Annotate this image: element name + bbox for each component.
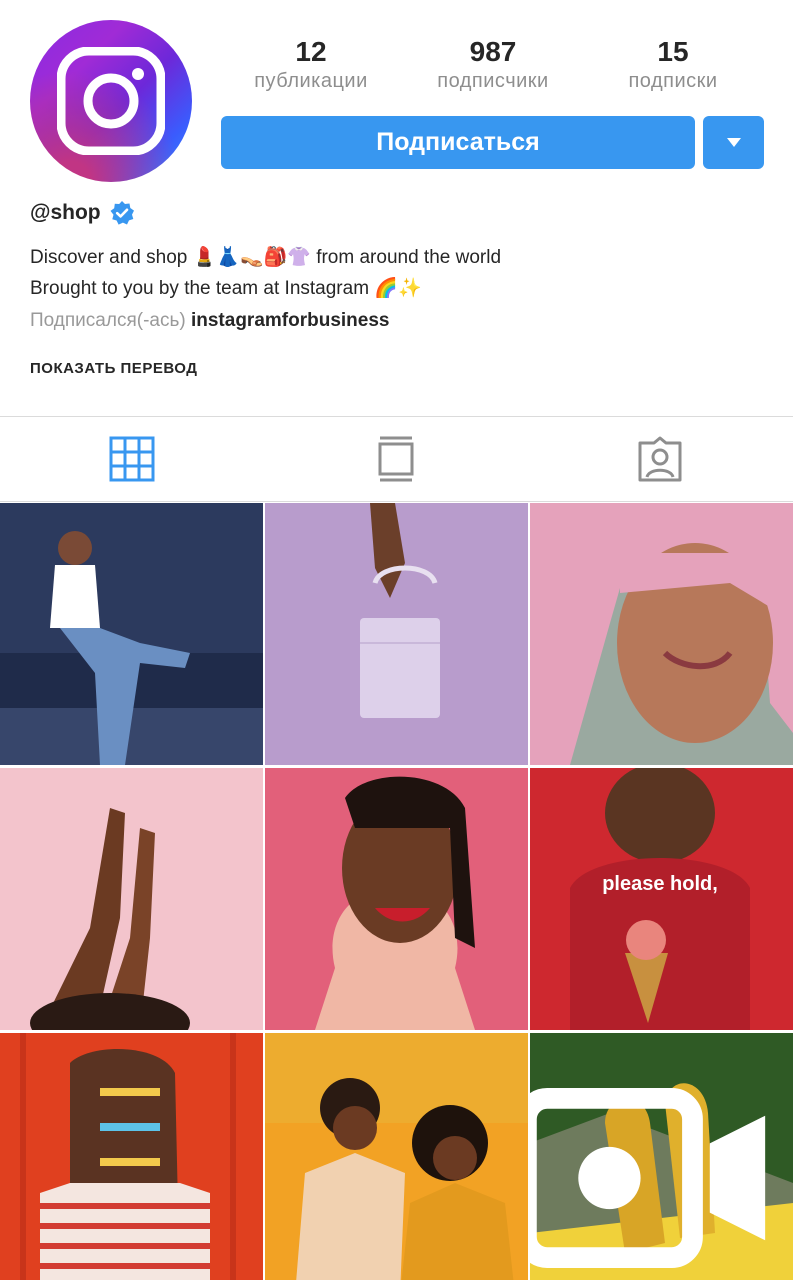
followers-label: подписчики (437, 70, 549, 92)
bio-line-2: Brought to you by the team at Instagram … (30, 278, 422, 299)
post-image (265, 503, 528, 765)
posts-count: 12 (295, 36, 327, 67)
svg-text:please hold,: please hold, (602, 873, 718, 895)
stat-following[interactable]: 15 подписки (618, 36, 728, 94)
stat-posts[interactable]: 12 публикации (246, 36, 376, 94)
suggestions-dropdown-button[interactable] (703, 116, 764, 169)
profile-avatar[interactable] (30, 20, 192, 182)
igtv-video-icon (530, 1088, 766, 1268)
post-image (265, 768, 528, 1030)
post-image (0, 503, 263, 765)
post-tile[interactable]: please hold, (530, 768, 793, 1030)
post-image (530, 503, 793, 765)
followed-by-prefix: Подписался(-ась) (30, 310, 186, 331)
following-count: 15 (657, 36, 689, 67)
post-image (0, 1033, 263, 1280)
post-tile[interactable] (530, 1033, 793, 1280)
instagram-logo-icon (57, 47, 165, 155)
feed-icon[interactable] (372, 435, 420, 483)
stat-followers[interactable]: 987 подписчики (428, 36, 558, 94)
post-tile[interactable] (0, 768, 263, 1030)
post-tile[interactable] (0, 1033, 263, 1280)
following-label: подписки (628, 70, 718, 92)
follow-button[interactable]: Подписаться (221, 116, 695, 169)
bio: Discover and shop 💄👗👡🎒👚 from around the … (30, 242, 770, 304)
post-image (265, 1033, 528, 1280)
profile-tabs (0, 416, 793, 502)
chevron-down-icon (726, 138, 741, 147)
tagged-icon[interactable] (636, 435, 684, 483)
show-translation-link[interactable]: ПОКАЗАТЬ ПЕРЕВОД (30, 360, 197, 377)
posts-label: публикации (254, 70, 368, 92)
post-image (0, 768, 263, 1030)
grid-icon[interactable] (108, 435, 156, 483)
post-tile[interactable] (265, 768, 528, 1030)
post-tile[interactable] (530, 503, 793, 765)
verified-badge-icon (110, 201, 134, 225)
post-tile[interactable] (265, 1033, 528, 1280)
bio-line-1: Discover and shop 💄👗👡🎒👚 from around the … (30, 247, 502, 268)
username: @shop (30, 200, 135, 226)
followed-by-account-link[interactable]: instagramforbusiness (191, 310, 390, 331)
followed-by: Подписался(-ась) instagramforbusiness (30, 310, 389, 332)
posts-grid: please hold, (0, 503, 793, 1280)
profile-header: 12 публикации 987 подписчики 15 подписки… (0, 0, 793, 410)
post-image: please hold, (530, 768, 793, 1030)
username-text: @shop (30, 201, 101, 224)
post-tile[interactable] (265, 503, 528, 765)
post-tile[interactable] (0, 503, 263, 765)
followers-count: 987 (469, 36, 517, 67)
